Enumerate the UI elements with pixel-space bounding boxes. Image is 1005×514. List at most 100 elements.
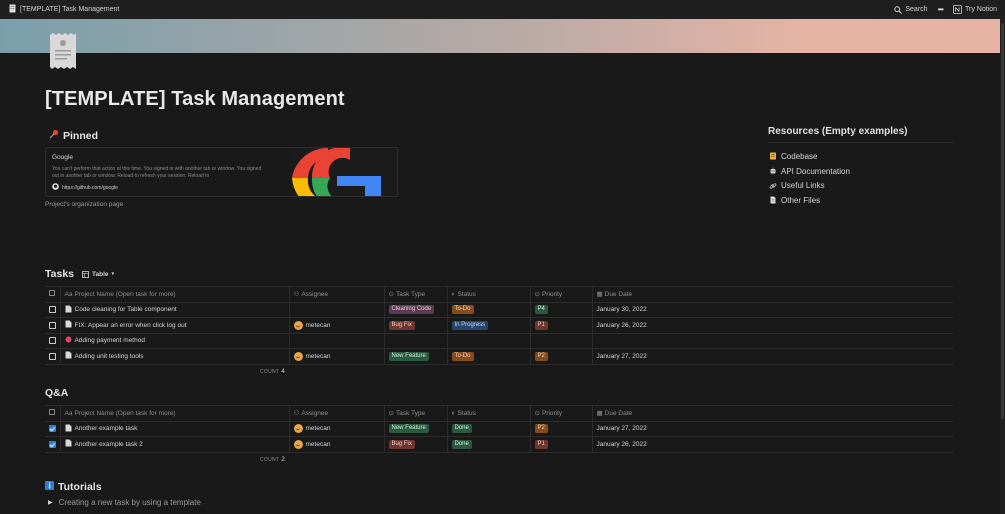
row-checkbox[interactable] [45, 332, 60, 349]
row-checkbox[interactable] [45, 348, 60, 365]
column-header-assignee[interactable]: ⚇ Assignee [288, 405, 384, 422]
task-name-cell[interactable]: Another example task 2 [59, 436, 289, 453]
status-cell[interactable]: To-Do [446, 301, 530, 318]
due-date-cell[interactable]: January 26, 2022 [591, 436, 953, 453]
task-type-cell[interactable] [383, 332, 447, 349]
toggle-triangle-icon[interactable]: ▶ [48, 499, 53, 506]
resources-panel: Resources (Empty examples) Codebase API … [768, 126, 953, 208]
row-checkbox[interactable] [45, 301, 60, 318]
resource-item-codebase[interactable]: Codebase [768, 149, 953, 164]
task-name-cell[interactable]: Code cleaning for Table component [59, 301, 289, 318]
priority-cell[interactable]: P2 [529, 348, 592, 365]
task-type-cell[interactable]: Bug Fix [383, 317, 447, 334]
resource-item-useful-links[interactable]: Useful Links [768, 178, 953, 193]
column-header-task-type[interactable]: ⊙ Task Type [383, 286, 447, 303]
row-checkbox[interactable] [45, 436, 60, 453]
table-row[interactable]: FIX: Appear an error when click log out … [45, 317, 953, 334]
column-header-due-date[interactable]: ▦ Due Date [591, 286, 953, 303]
table-row[interactable]: Adding unit testing tools metecan New Fe… [45, 348, 953, 365]
table-row[interactable]: Adding payment method [45, 332, 953, 349]
column-header-priority[interactable]: ⊙ Priority [529, 286, 592, 303]
assignee-cell[interactable]: metecan [288, 420, 384, 437]
due-date-cell[interactable] [591, 332, 953, 349]
status-cell[interactable]: Done [446, 436, 530, 453]
status-tag: Done [451, 439, 472, 449]
table-row[interactable]: Another example task 2 metecan Bug Fix D… [45, 436, 953, 453]
assignee-cell[interactable] [288, 332, 384, 349]
column-header-name[interactable]: Aa Project Name (Open task for more) [59, 405, 289, 422]
select-all-checkbox[interactable] [45, 405, 60, 422]
row-checkbox[interactable] [45, 420, 60, 437]
priority-cell[interactable]: P4 [529, 301, 592, 318]
priority-cell[interactable]: P2 [529, 420, 592, 437]
task-name-cell[interactable]: FIX: Appear an error when click log out [59, 317, 289, 334]
table-row[interactable]: Another example task metecan New Feature… [45, 420, 953, 437]
resource-label: Other Files [781, 195, 821, 205]
task-type-cell[interactable]: New Feature [383, 420, 447, 437]
scrollbar-thumb[interactable] [1001, 23, 1004, 419]
column-header-task-type[interactable]: ⊙ Task Type [383, 405, 447, 422]
task-type-cell[interactable]: Cleaning Code [383, 301, 447, 318]
cover-image[interactable] [0, 19, 1005, 53]
table-row[interactable]: Code cleaning for Table component Cleani… [45, 301, 953, 318]
assignee-cell[interactable]: metecan [288, 348, 384, 365]
resource-label: Codebase [781, 151, 818, 161]
task-name-cell[interactable]: Another example task [59, 420, 289, 437]
notion-logo-icon [953, 5, 962, 14]
column-header-status[interactable]: ◐ Status [446, 286, 530, 303]
bookmark-card[interactable]: Google You can't perform that action at … [45, 147, 398, 197]
bookmark-title: Google [52, 154, 73, 161]
priority-cell[interactable]: P1 [529, 317, 592, 334]
more-button[interactable]: ••• [938, 5, 944, 14]
column-header-due-date[interactable]: ▦ Due Date [591, 405, 953, 422]
status-cell[interactable]: To-Do [446, 348, 530, 365]
search-button[interactable]: Search [894, 5, 928, 14]
select-icon: ⊙ [388, 410, 394, 418]
view-tab-label: Table [92, 270, 109, 278]
select-all-checkbox[interactable] [45, 286, 60, 303]
breadcrumb[interactable]: [TEMPLATE] Task Management [0, 4, 119, 15]
page-icon-small [9, 4, 16, 15]
status-cell[interactable]: In Progress [446, 317, 530, 334]
priority-tag: P1 [534, 439, 548, 449]
robot-icon [768, 167, 777, 176]
assignee-cell[interactable]: metecan [288, 317, 384, 334]
qa-heading: Q&A [45, 387, 68, 399]
assignee-cell[interactable] [288, 301, 384, 318]
select-icon: ⊙ [534, 410, 540, 418]
task-type-cell[interactable]: New Feature [383, 348, 447, 365]
select-icon: ⊙ [534, 291, 540, 299]
status-cell[interactable] [446, 332, 530, 349]
google-logo-image [290, 148, 397, 196]
row-checkbox[interactable] [45, 317, 60, 334]
resource-item-api-documentation[interactable]: API Documentation [768, 164, 953, 179]
task-name-cell[interactable]: Adding unit testing tools [59, 348, 289, 365]
tutorials-heading: Tutorials [45, 481, 102, 493]
view-tab-table[interactable]: Table ▾ [82, 271, 114, 278]
receipt-icon[interactable] [49, 33, 77, 69]
task-type-cell[interactable]: Bug Fix [383, 436, 447, 453]
task-name-cell[interactable]: Adding payment method [59, 332, 289, 349]
resources-heading: Resources (Empty examples) [768, 126, 953, 143]
column-header-priority[interactable]: ⊙ Priority [529, 405, 592, 422]
column-header-assignee[interactable]: ⚇ Assignee [288, 286, 384, 303]
scrollbar[interactable] [1000, 19, 1005, 514]
status-cell[interactable]: Done [446, 420, 530, 437]
tasks-count[interactable]: COUNT 4 [260, 368, 285, 375]
try-notion-button[interactable]: Try Notion [953, 5, 997, 14]
document-icon [768, 196, 777, 205]
toggle-label: Creating a new task by using a template [58, 498, 201, 507]
breadcrumb-title[interactable]: [TEMPLATE] Task Management [20, 6, 119, 13]
column-header-status[interactable]: ◐ Status [446, 405, 530, 422]
qa-count[interactable]: COUNT 2 [260, 456, 285, 463]
priority-cell[interactable]: P1 [529, 436, 592, 453]
toggle-item[interactable]: ▶ Creating a new task by using a templat… [48, 498, 201, 507]
due-date-cell[interactable]: January 26, 2022 [591, 317, 953, 334]
assignee-cell[interactable]: metecan [288, 436, 384, 453]
priority-cell[interactable] [529, 332, 592, 349]
due-date-cell[interactable]: January 30, 2022 [591, 301, 953, 318]
resource-item-other-files[interactable]: Other Files [768, 193, 953, 208]
column-header-name[interactable]: Aa Project Name (Open task for more) [59, 286, 289, 303]
due-date-cell[interactable]: January 27, 2022 [591, 420, 953, 437]
due-date-cell[interactable]: January 27, 2022 [591, 348, 953, 365]
